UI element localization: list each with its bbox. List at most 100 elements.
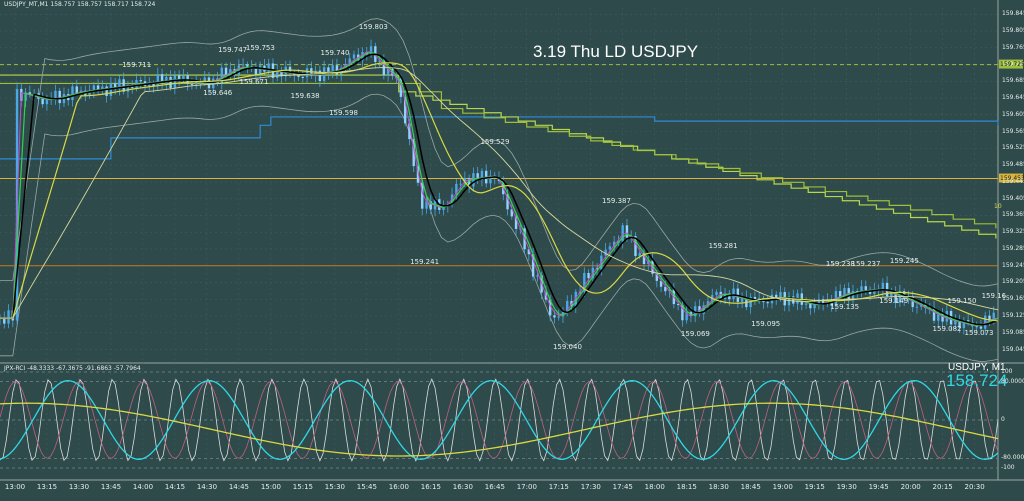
indicator-level-label: 80.0000	[1001, 377, 1024, 385]
time-tick-label: 20:15	[932, 483, 953, 491]
price-annotation: 159.646	[203, 88, 233, 97]
candle-body	[459, 183, 462, 185]
price-annotation: 159.638	[290, 92, 320, 101]
candle-body	[557, 316, 560, 318]
time-tick-label: 15:45	[356, 483, 377, 491]
chart-window: USDJPY_MT,M1 158.757 158.757 158.717 158…	[0, 0, 1024, 501]
price-annotation: 159.069	[680, 330, 710, 339]
indicator-header: JPX-RCI -48.3333 -67.3675 -91.6863 -57.7…	[4, 365, 141, 372]
candle-body	[804, 303, 808, 305]
price-annotation: 159.747	[218, 46, 248, 55]
time-tick-label: 14:45	[228, 483, 250, 491]
price-annotation: 159.711	[122, 61, 152, 70]
time-tick-label: 18:30	[708, 483, 729, 491]
time-tick-label: 18:00	[644, 483, 665, 491]
price-tag-text: 159.453	[1000, 174, 1024, 182]
candle-body	[766, 302, 769, 304]
indicator-level-label: -80.0000	[1001, 454, 1024, 462]
price-tick-label: 159.205	[1002, 278, 1024, 286]
time-tick-label: 13:15	[36, 483, 58, 491]
candle-body	[212, 78, 215, 89]
chart-header: USDJPY_MT,M1 158.757 158.757 158.717 158…	[4, 1, 156, 8]
price-annotation: 159.529	[480, 137, 510, 146]
candle-body	[173, 75, 177, 88]
price-annotation: 159.387	[602, 197, 631, 206]
candle-body	[715, 291, 718, 296]
indicator-level-label: 0	[1001, 416, 1005, 423]
time-tick-label: 15:15	[292, 483, 313, 491]
candle-body	[190, 83, 194, 85]
candle-body	[621, 225, 624, 242]
time-tick-label: 17:15	[548, 483, 569, 491]
chart-title-annotation: 3.19 Thu LD USDJPY	[533, 42, 699, 61]
time-tick-label: 15:00	[260, 483, 281, 491]
candle-body	[246, 64, 249, 67]
price-annotation: 159.237	[851, 260, 881, 269]
time-tick-label: 16:15	[420, 483, 441, 491]
price-tick-label: 159.525	[1002, 144, 1024, 152]
time-tick-label: 13:45	[100, 483, 122, 491]
time-tick-label: 17:00	[516, 483, 537, 491]
candle-body	[732, 288, 735, 300]
price-annotation: 159.740	[320, 49, 350, 58]
price-tick-label: 159.645	[1002, 94, 1024, 102]
price-tick-label: 159.285	[1002, 244, 1024, 252]
candle-body	[536, 275, 539, 277]
candle-body	[75, 86, 78, 94]
time-tick-label: 17:45	[612, 483, 633, 491]
price-annotation: 159.671	[239, 78, 269, 87]
time-tick-label: 19:00	[772, 483, 793, 491]
price-annotation: 159.241	[410, 258, 440, 267]
candle-body	[96, 85, 100, 90]
candle-body	[71, 86, 74, 101]
price-annotation: 159.082	[932, 325, 962, 334]
price-tick-label: 159.045	[1002, 345, 1024, 353]
price-tick-label: 159.845	[1002, 10, 1024, 18]
candle-body	[41, 98, 44, 105]
time-tick-label: 16:30	[452, 483, 473, 491]
candle-body	[553, 315, 556, 318]
time-tick-label: 19:45	[868, 483, 889, 491]
candle-body	[975, 326, 978, 328]
price-tick-label: 159.405	[1002, 194, 1024, 202]
time-tick-label: 19:30	[836, 483, 857, 491]
candle-body	[135, 80, 138, 88]
candle-body	[105, 86, 108, 96]
price-annotation: 159.135	[830, 302, 860, 311]
price-tick-label: 159.605	[1002, 110, 1024, 118]
small-tag: 10	[994, 203, 1002, 210]
time-tick-label: 14:15	[164, 483, 186, 491]
price-annotation: 159.281	[708, 241, 738, 250]
candle-body	[301, 76, 305, 78]
time-tick-label: 18:45	[740, 483, 761, 491]
time-tick-label: 19:15	[804, 483, 825, 491]
candle-body	[297, 75, 300, 77]
time-tick-label: 13:30	[68, 483, 90, 491]
price-annotation: 159.095	[751, 319, 781, 328]
price-annotation: 159.073	[964, 328, 994, 337]
price-annotation: 159.150	[947, 296, 977, 305]
time-tick-label: 20:30	[964, 483, 985, 491]
price-tick-label: 159.125	[1002, 312, 1024, 319]
time-tick-label: 14:00	[132, 483, 154, 491]
candle-body	[625, 225, 629, 238]
time-tick-label: 16:45	[484, 483, 505, 491]
candle-body	[809, 303, 812, 309]
candle-body	[305, 68, 309, 78]
last-price: 158.724	[946, 371, 1008, 390]
price-tag-text: 159.725	[1000, 60, 1024, 68]
candle-body	[169, 76, 172, 88]
price-annotation: 159.803	[358, 22, 388, 31]
indicator-level-label: 100	[1001, 368, 1013, 375]
price-tick-label: 159.805	[1002, 27, 1024, 35]
price-tick-label: 159.485	[1002, 161, 1024, 169]
price-annotation: 159.598	[329, 108, 359, 117]
price-annotation: 159.245	[889, 256, 919, 265]
price-tick-label: 159.565	[1002, 127, 1024, 135]
candle-body	[864, 286, 867, 290]
price-annotation: 159.753	[245, 43, 275, 52]
price-annotation: 159.16	[981, 292, 1007, 301]
price-tick-label: 159.325	[1002, 228, 1024, 236]
time-tick-label: 13:00	[4, 483, 26, 491]
time-tick-label: 18:15	[676, 483, 697, 491]
